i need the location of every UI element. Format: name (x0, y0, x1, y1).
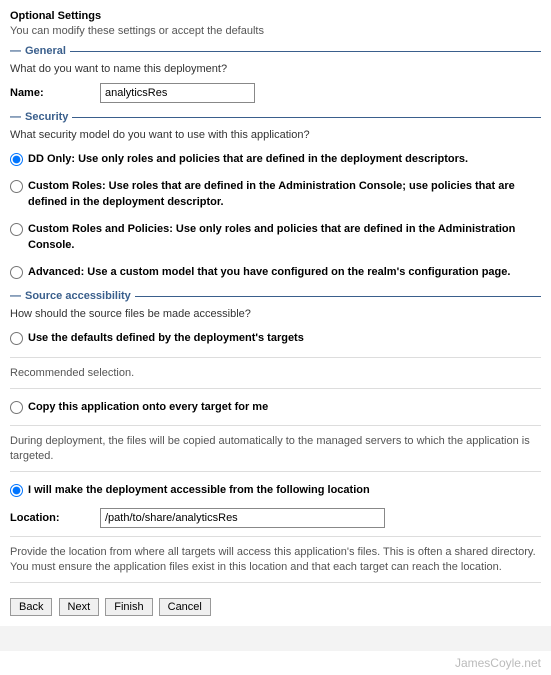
location-note: Provide the location from where all targ… (10, 545, 541, 574)
footer-bar (0, 626, 551, 651)
divider (10, 425, 541, 426)
button-row: Back Next Finish Cancel (10, 598, 541, 616)
section-security-title: Security (25, 111, 72, 123)
security-advanced-label: Advanced: Use a custom model that you ha… (28, 264, 510, 281)
source-copy-label: Copy this application onto every target … (28, 399, 268, 416)
general-prompt: What do you want to name this deployment… (10, 63, 541, 75)
divider (10, 357, 541, 358)
location-input[interactable] (100, 508, 385, 528)
page-subtitle: You can modify these settings or accept … (10, 25, 541, 37)
watermark: JamesCoyle.net (10, 651, 541, 670)
dash-icon: — (10, 111, 21, 123)
security-custom-roles-radio[interactable] (10, 180, 23, 193)
location-label: Location: (10, 512, 100, 524)
recommended-note: Recommended selection. (10, 366, 541, 380)
copy-note: During deployment, the files will be cop… (10, 434, 541, 463)
section-line (72, 117, 541, 118)
source-prompt: How should the source files be made acce… (10, 308, 541, 320)
divider (10, 536, 541, 537)
security-prompt: What security model do you want to use w… (10, 129, 541, 141)
section-security-header: — Security (10, 111, 541, 123)
security-advanced-radio[interactable] (10, 266, 23, 279)
section-line (70, 51, 541, 52)
dash-icon: — (10, 290, 21, 302)
divider (10, 582, 541, 583)
back-button[interactable]: Back (10, 598, 52, 616)
source-defaults-radio[interactable] (10, 332, 23, 345)
cancel-button[interactable]: Cancel (159, 598, 211, 616)
section-source-header: — Source accessibility (10, 290, 541, 302)
security-dd-only-label: DD Only: Use only roles and policies tha… (28, 151, 468, 168)
divider (10, 388, 541, 389)
name-label: Name: (10, 87, 100, 99)
page-title: Optional Settings (10, 10, 541, 22)
source-copy-radio[interactable] (10, 401, 23, 414)
source-defaults-label: Use the defaults defined by the deployme… (28, 330, 304, 347)
divider (10, 471, 541, 472)
security-dd-only-radio[interactable] (10, 153, 23, 166)
section-line (135, 296, 541, 297)
security-custom-roles-policies-label: Custom Roles and Policies: Use only role… (28, 221, 541, 254)
section-general-title: General (25, 45, 70, 57)
name-input[interactable] (100, 83, 255, 103)
dash-icon: — (10, 45, 21, 57)
security-custom-roles-label: Custom Roles: Use roles that are defined… (28, 178, 541, 211)
source-location-radio[interactable] (10, 484, 23, 497)
section-source-title: Source accessibility (25, 290, 135, 302)
next-button[interactable]: Next (59, 598, 100, 616)
source-location-label: I will make the deployment accessible fr… (28, 482, 370, 499)
section-general-header: — General (10, 45, 541, 57)
security-custom-roles-policies-radio[interactable] (10, 223, 23, 236)
finish-button[interactable]: Finish (105, 598, 152, 616)
